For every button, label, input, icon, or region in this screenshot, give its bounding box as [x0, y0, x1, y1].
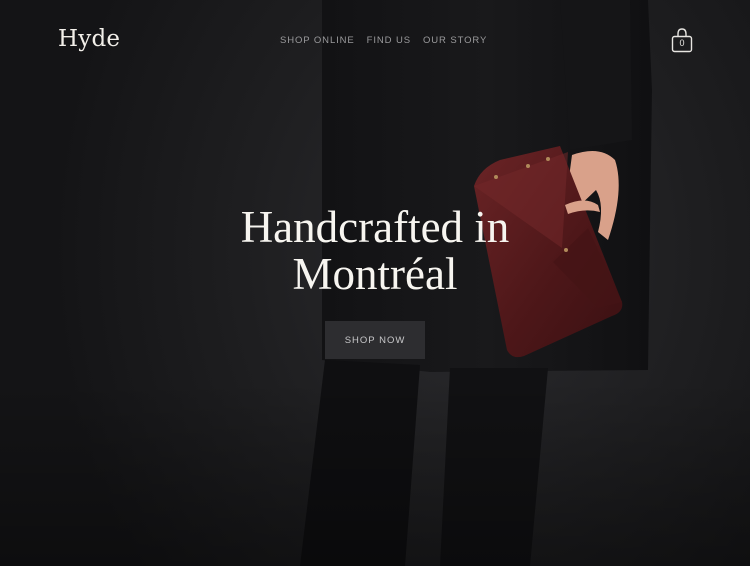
main-nav: SHOP ONLINE FIND US OUR STORY — [280, 35, 487, 46]
nav-find-us[interactable]: FIND US — [367, 35, 411, 46]
headline-line-2: Montréal — [292, 249, 458, 299]
headline-line-1: Handcrafted in — [240, 202, 510, 252]
cart-button[interactable]: 0 — [670, 28, 694, 54]
hero-headline: Handcrafted in Montréal — [175, 204, 575, 298]
cart-count: 0 — [679, 38, 685, 48]
shop-now-button[interactable]: SHOP NOW — [325, 321, 425, 359]
nav-shop-online[interactable]: SHOP ONLINE — [280, 35, 355, 46]
nav-our-story[interactable]: OUR STORY — [423, 35, 487, 46]
brand-logo[interactable]: Hyde — [58, 26, 120, 52]
